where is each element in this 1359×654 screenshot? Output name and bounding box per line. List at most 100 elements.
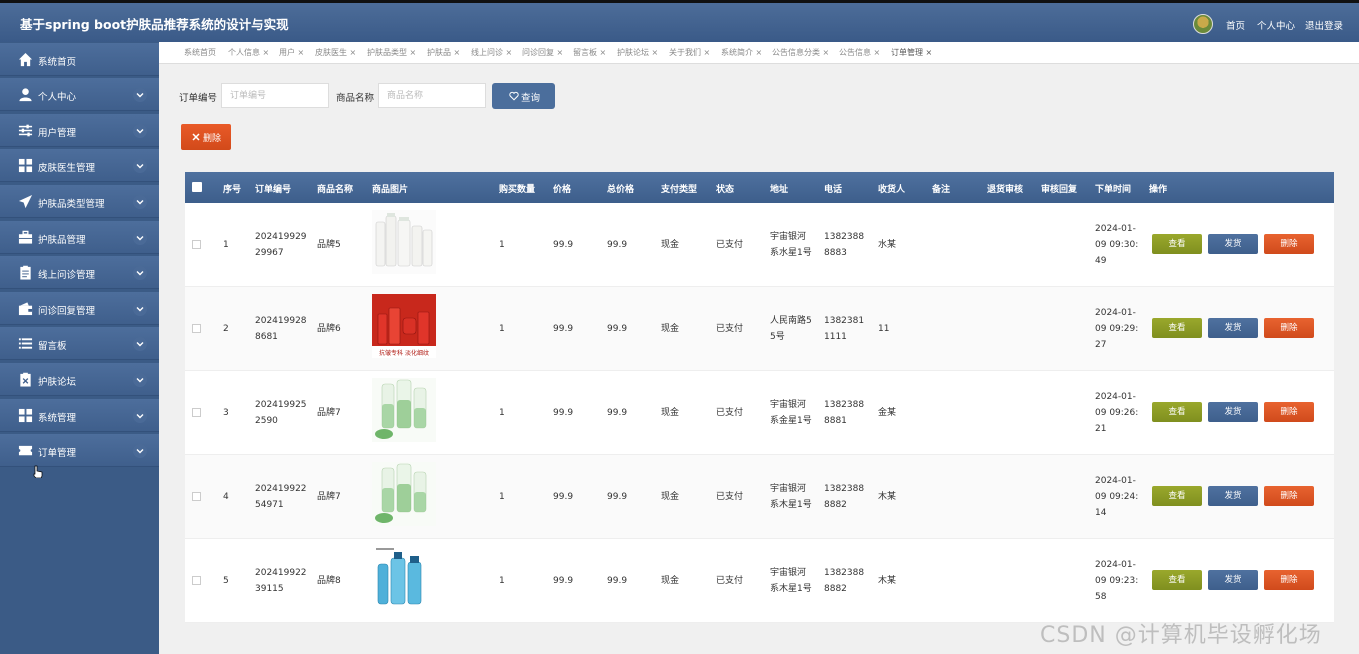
wallet-icon [18,302,33,316]
row-checkbox[interactable] [192,240,201,249]
tab-personal-info[interactable]: 个人信息 × [228,47,269,58]
chevron-down-icon [133,231,147,245]
cell-quantity: 1 [499,408,505,418]
heart-icon [509,91,519,101]
tabs-bar: 系统首页 个人信息 × 用户 × 皮肤医生 × 护肤品类型 × 护肤品 × 线上… [159,42,1359,64]
clipboard-x-icon [20,372,31,387]
cell-receiver: 水某 [878,240,897,250]
cell-address: 宇宙银河 系水星1号 [770,232,812,258]
delete-button[interactable]: 删除 [1264,318,1314,338]
sidebar-item-profile[interactable]: 个人中心 [0,78,159,111]
cell-price: 99.9 [553,408,574,418]
tab-replies[interactable]: 问诊回复 × [522,47,563,58]
select-all-checkbox[interactable] [192,182,202,192]
tab-consultations[interactable]: 线上问诊 × [471,47,512,58]
product-image[interactable] [372,210,436,274]
cell-quantity: 1 [499,240,505,250]
ship-button[interactable]: 发货 [1208,486,1258,506]
cell-price: 99.9 [553,492,574,502]
cell-status: 已支付 [716,576,744,586]
delete-button[interactable]: 删除 [1264,486,1314,506]
cell-order-number: 202419922 39115 [255,568,307,594]
cell-status: 已支付 [716,408,744,418]
sidebar-item-product-types[interactable]: 护肤品类型管理 [0,185,159,218]
cell-order-time: 2024-01- 09 09:30: 49 [1095,224,1139,266]
row-checkbox[interactable] [192,408,201,417]
product-image[interactable] [372,378,436,442]
sidebar-item-home[interactable]: 系统首页 [0,43,159,76]
table-header: 序号 订单编号 商品名称 商品图片 购买数量 价格 总价格 支付类型 状态 地址… [185,172,1334,203]
ship-button[interactable]: 发货 [1208,402,1258,422]
cell-no: 4 [223,492,229,502]
product-image[interactable] [372,546,436,610]
logout-link[interactable]: 退出登录 [1305,18,1343,32]
view-button[interactable]: 查看 [1152,318,1202,338]
user-icon [19,88,32,102]
cell-product-name: 品牌5 [317,240,341,250]
clipboard-icon [20,265,31,280]
product-image[interactable]: 抗皱专科 淡化细纹 [372,294,436,358]
tab-notice-categories[interactable]: 公告信息分类 × [772,47,829,58]
view-button[interactable]: 查看 [1152,486,1202,506]
sidebar-item-doctors[interactable]: 皮肤医生管理 [0,149,159,182]
tab-product-types[interactable]: 护肤品类型 × [367,47,416,58]
sidebar-item-products[interactable]: 护肤品管理 [0,221,159,254]
cell-status: 已支付 [716,324,744,334]
view-button[interactable]: 查看 [1152,570,1202,590]
tab-home[interactable]: 系统首页 [184,47,216,58]
tab-messages[interactable]: 留言板 × [573,47,606,58]
sliders-icon [18,124,33,137]
row-checkbox[interactable] [192,324,201,333]
sidebar-item-orders[interactable]: 订单管理 [0,434,159,467]
tab-doctors[interactable]: 皮肤医生 × [315,47,356,58]
product-name-input[interactable] [378,83,486,108]
tab-orders[interactable]: 订单管理 × [891,47,932,58]
sidebar-item-system[interactable]: 系统管理 [0,399,159,432]
row-checkbox[interactable] [192,576,201,585]
view-button[interactable]: 查看 [1152,402,1202,422]
cell-price: 99.9 [553,576,574,586]
tab-notices[interactable]: 公告信息 × [839,47,880,58]
sidebar-item-label: 护肤品类型管理 [38,199,105,210]
batch-delete-button[interactable]: 删除 [181,124,231,150]
profile-link[interactable]: 个人中心 [1257,18,1295,32]
sidebar-item-users[interactable]: 用户管理 [0,114,159,147]
order-number-label: 订单编号 [179,93,218,104]
ship-button[interactable]: 发货 [1208,318,1258,338]
tab-forum[interactable]: 护肤论坛 × [617,47,658,58]
sidebar-item-messages[interactable]: 留言板 [0,327,159,360]
hand-cursor-icon [33,465,43,478]
tab-intro[interactable]: 系统简介 × [721,47,762,58]
col-header-audit-reply: 审核回复 [1041,185,1078,195]
chevron-down-icon [133,373,147,387]
delete-button[interactable]: 删除 [1264,402,1314,422]
row-checkbox[interactable] [192,492,201,501]
view-button[interactable]: 查看 [1152,234,1202,254]
query-button[interactable]: 查询 [492,83,555,109]
delete-button[interactable]: 删除 [1264,570,1314,590]
grid-icon [18,408,33,423]
avatar[interactable] [1193,14,1213,34]
tab-users[interactable]: 用户 × [279,47,304,58]
ship-button[interactable]: 发货 [1208,234,1258,254]
ship-button[interactable]: 发货 [1208,570,1258,590]
sidebar-item-label: 系统管理 [38,413,77,424]
product-image[interactable] [372,462,436,526]
app-title: 基于spring boot护肤品推荐系统的设计与实现 [20,17,289,32]
tab-products[interactable]: 护肤品 × [427,47,460,58]
order-number-input[interactable] [221,83,329,108]
home-link[interactable]: 首页 [1226,18,1245,32]
sidebar-item-consultations[interactable]: 线上问诊管理 [0,256,159,289]
cell-no: 3 [223,408,229,418]
tab-about[interactable]: 关于我们 × [669,47,710,58]
cell-order-number: 202419925 2590 [255,400,307,426]
chevron-down-icon [133,124,147,138]
grid-icon [18,158,33,173]
sidebar-item-forum[interactable]: 护肤论坛 [0,363,159,396]
top-bar: 基于spring boot护肤品推荐系统的设计与实现 首页 个人中心 退出登录 [0,0,1359,42]
cell-receiver: 11 [878,324,890,334]
cell-total: 99.9 [607,576,628,586]
cell-order-time: 2024-01- 09 09:24: 14 [1095,476,1139,518]
delete-button[interactable]: 删除 [1264,234,1314,254]
sidebar-item-replies[interactable]: 问诊回复管理 [0,292,159,325]
